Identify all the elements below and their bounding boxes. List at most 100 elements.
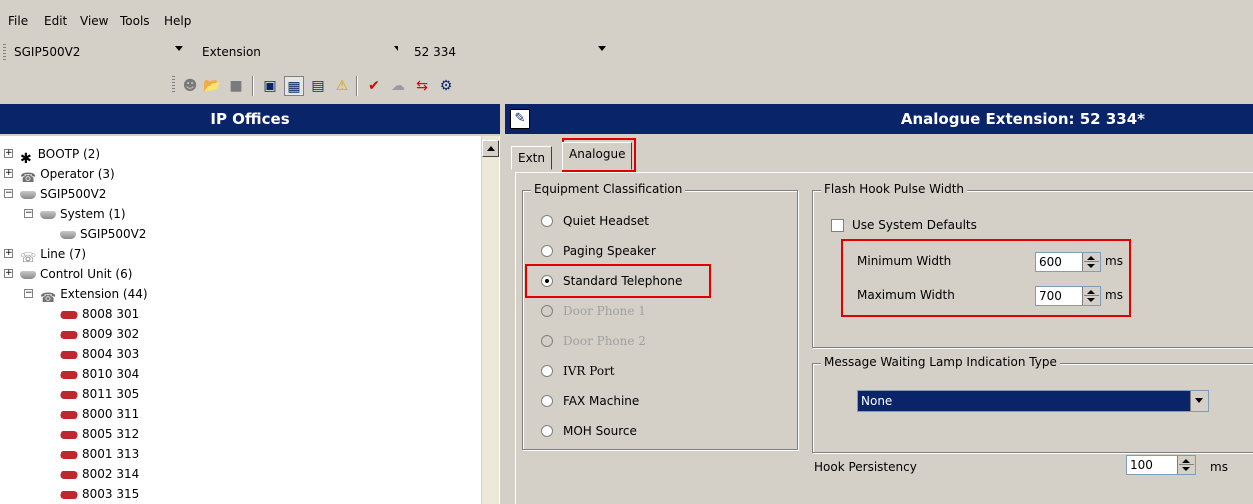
tree-item-label: System (1) — [60, 207, 126, 221]
connect-icon[interactable]: ☁ — [388, 76, 408, 96]
radio-button[interactable] — [541, 364, 553, 377]
analogue-phone-icon — [58, 350, 80, 359]
menu-file[interactable]: File — [8, 14, 28, 28]
tree-item-label: 8009 302 — [82, 327, 140, 341]
radio-button[interactable] — [541, 394, 553, 407]
user-icon[interactable]: ☻ — [180, 76, 200, 96]
type-selector[interactable]: Extension — [184, 42, 404, 64]
tree-expander[interactable]: − — [24, 209, 33, 218]
tree-item[interactable]: 8010 304 — [58, 364, 139, 384]
max-width-label: Maximum Width — [857, 288, 955, 302]
radio-paging-speaker[interactable]: Paging Speaker — [541, 241, 656, 261]
tree-item[interactable]: SGIP500V2 — [20, 184, 106, 204]
tree-view[interactable]: + ✱ BOOTP (2) + ☎ Operator (3) − SGIP500V2− Syst… — [0, 136, 500, 504]
open-folder-icon[interactable]: 📂 — [202, 76, 222, 96]
tree-expander[interactable]: + — [4, 269, 13, 278]
menu-view[interactable]: View — [80, 14, 108, 28]
validate-check-icon[interactable]: ✔ — [364, 76, 384, 96]
menu-help[interactable]: Help — [164, 14, 191, 28]
tree-item[interactable]: ☎ Extension (44) — [40, 284, 148, 306]
tab-extn[interactable]: Extn — [511, 146, 552, 170]
radio-fax-machine[interactable]: FAX Machine — [541, 391, 639, 411]
tree-item[interactable]: 8002 314 — [58, 464, 139, 484]
chevron-down-icon — [175, 46, 183, 51]
radio-button[interactable] — [541, 274, 553, 287]
tree-expander[interactable]: − — [4, 189, 13, 198]
tree-item[interactable]: 8011 305 — [58, 384, 140, 404]
menu-tools[interactable]: Tools — [120, 14, 150, 28]
system-selector[interactable]: SGIP500V2 — [10, 42, 185, 64]
radio-button — [541, 304, 553, 317]
tab-analogue[interactable]: Analogue — [562, 142, 633, 170]
tree-item[interactable]: 8003 315 — [58, 484, 139, 504]
tree-expander[interactable]: + — [4, 169, 13, 178]
tree-item[interactable]: ✱ BOOTP (2) — [20, 144, 100, 167]
min-width-unit: ms — [1105, 254, 1123, 268]
save-icon[interactable]: ■ — [226, 76, 246, 96]
min-width-input[interactable]: 600 — [1035, 252, 1101, 272]
tree-item[interactable]: 8000 311 — [58, 404, 139, 424]
radio-button[interactable] — [541, 214, 553, 227]
scroll-up-button[interactable] — [482, 140, 499, 157]
tree-expander[interactable]: + — [4, 149, 13, 158]
tree-item[interactable]: SGIP500V2 — [60, 224, 146, 244]
radio-door-phone-1: Door Phone 1 — [541, 301, 646, 321]
radio-button[interactable] — [541, 424, 553, 437]
toolbar-grip[interactable] — [3, 44, 6, 62]
radio-moh-source[interactable]: MOH Source — [541, 421, 637, 441]
tree-item[interactable]: System (1) — [40, 204, 126, 224]
hook-persistency-stepper[interactable] — [1177, 456, 1195, 474]
hook-persistency-input[interactable]: 100 — [1126, 455, 1196, 475]
tree-item[interactable]: 8001 313 — [58, 444, 139, 464]
item-selector[interactable]: 52 334 — [398, 42, 608, 64]
max-width-stepper[interactable] — [1082, 287, 1100, 305]
extension-form: Extn Analogue Equipment Classification Q… — [505, 134, 1253, 504]
mwi-group: Message Waiting Lamp Indication Type Non… — [812, 355, 1253, 453]
tree-scrollbar[interactable] — [481, 136, 499, 504]
key-icon[interactable]: ⚙ — [436, 76, 456, 96]
tree-item[interactable]: ☎ Operator (3) — [20, 164, 115, 186]
radio-label: FAX Machine — [563, 394, 640, 408]
tree-item-label: 8008 301 — [82, 307, 140, 321]
toolbar-grip[interactable] — [172, 76, 175, 94]
mwi-type-select[interactable]: None — [857, 390, 1209, 412]
swap-arrows-icon[interactable]: ⇆ — [412, 76, 432, 96]
tree-item[interactable]: Control Unit (6) — [20, 264, 132, 284]
tree-item[interactable]: 8005 312 — [58, 424, 139, 444]
tree-item[interactable]: 8008 301 — [58, 304, 140, 324]
tree-expander[interactable]: + — [4, 249, 13, 258]
detail-view-icon[interactable]: ▤ — [308, 76, 328, 96]
tree-expander[interactable]: − — [24, 289, 33, 298]
hook-persistency-unit: ms — [1210, 460, 1228, 474]
chevron-down-icon[interactable] — [1190, 391, 1208, 411]
tree-item[interactable]: ☏ Line (7) — [20, 244, 86, 266]
menu-edit[interactable]: Edit — [44, 14, 67, 28]
flash-hook-group: Flash Hook Pulse Width Use System Defaul… — [812, 182, 1253, 348]
max-width-input[interactable]: 700 — [1035, 286, 1101, 306]
radio-standard-telephone[interactable]: Standard Telephone — [541, 271, 682, 291]
tree-view-icon[interactable]: ▦ — [284, 76, 304, 96]
radio-button[interactable] — [541, 244, 553, 257]
tree-item-label: 8011 305 — [82, 387, 140, 401]
use-system-defaults-label: Use System Defaults — [852, 218, 977, 232]
radio-quiet-headset[interactable]: Quiet Headset — [541, 211, 649, 231]
min-width-stepper[interactable] — [1082, 253, 1100, 271]
radio-label: Paging Speaker — [563, 244, 656, 258]
tree-item-label: Control Unit (6) — [40, 267, 133, 281]
analogue-phone-icon — [58, 430, 80, 439]
tree-item-label: SGIP500V2 — [40, 187, 107, 201]
mwi-type-value: None — [861, 394, 893, 408]
use-system-defaults-checkbox[interactable] — [831, 219, 844, 232]
use-system-defaults[interactable]: Use System Defaults — [831, 215, 977, 235]
equipment-classification-title: Equipment Classification — [531, 182, 686, 196]
tree-item[interactable]: 8004 303 — [58, 344, 139, 364]
warning-icon[interactable]: ⚠ — [332, 76, 352, 96]
window-icon[interactable]: ▣ — [260, 76, 280, 96]
tree-item[interactable]: 8009 302 — [58, 324, 140, 344]
radio-label: Standard Telephone — [563, 274, 683, 288]
hook-persistency-label: Hook Persistency — [814, 460, 917, 474]
radio-door-phone-2: Door Phone 2 — [541, 331, 646, 351]
operator-icon: ☎ — [20, 170, 37, 186]
analogue-phone-icon — [58, 310, 80, 319]
radio-ivr-port[interactable]: IVR Port — [541, 361, 615, 381]
